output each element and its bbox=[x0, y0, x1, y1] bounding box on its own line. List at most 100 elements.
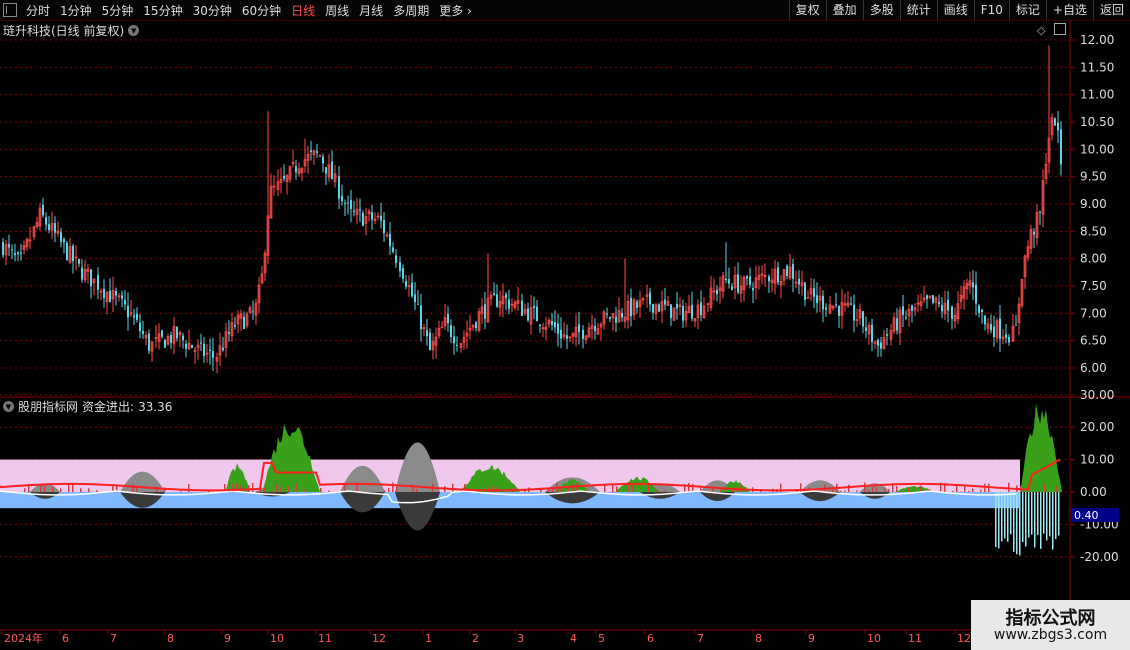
candle-body bbox=[676, 303, 678, 309]
red-bar bbox=[700, 486, 702, 492]
tab-period[interactable]: 60分钟 bbox=[237, 2, 286, 19]
candle-body bbox=[48, 224, 50, 231]
toolbar-button[interactable]: 标记 bbox=[1008, 0, 1046, 20]
candle-body bbox=[1005, 334, 1007, 338]
candle-body bbox=[355, 208, 359, 216]
candle-body bbox=[459, 343, 463, 348]
tab-period[interactable]: 5分钟 bbox=[97, 2, 139, 19]
candle-body bbox=[115, 290, 117, 296]
red-bar bbox=[1044, 484, 1046, 492]
candle-body bbox=[840, 301, 844, 316]
candle-body bbox=[2, 242, 4, 256]
tab-period[interactable]: 日线 bbox=[286, 2, 320, 19]
candle-body bbox=[587, 327, 591, 338]
candle-body bbox=[1047, 137, 1051, 163]
candle-body bbox=[641, 297, 645, 301]
candle-body bbox=[658, 304, 660, 312]
candle-body bbox=[245, 313, 249, 327]
time-tick-label: 12 bbox=[957, 632, 971, 645]
candle-body bbox=[682, 305, 684, 321]
candle-body bbox=[557, 323, 559, 334]
toolbar-button[interactable]: 统计 bbox=[899, 0, 937, 20]
candle-body bbox=[288, 166, 292, 180]
candle-body bbox=[402, 268, 404, 279]
candle-body bbox=[45, 217, 47, 225]
toolbar-button[interactable]: 画线 bbox=[936, 0, 974, 20]
toolbar-button[interactable]: 复权 bbox=[788, 0, 826, 20]
candle-body bbox=[678, 304, 682, 308]
tab-period[interactable]: 15分钟 bbox=[138, 2, 187, 19]
candle-body bbox=[92, 278, 96, 284]
candle-body bbox=[611, 313, 615, 319]
red-bar bbox=[824, 484, 826, 492]
candle-body bbox=[50, 222, 54, 231]
candle-body bbox=[1011, 325, 1015, 342]
candle-body bbox=[20, 252, 22, 254]
kline-chart[interactable]: 12.0011.5011.0010.5010.009.509.008.508.0… bbox=[0, 0, 1130, 650]
candle-body bbox=[272, 185, 276, 188]
candle-body bbox=[782, 269, 786, 281]
red-bar bbox=[540, 487, 542, 492]
candle-body bbox=[508, 299, 510, 309]
grey-mound bbox=[340, 465, 385, 492]
red-bar bbox=[304, 489, 306, 492]
red-bar bbox=[132, 484, 134, 492]
candle-body bbox=[224, 331, 228, 349]
panel-toggle-icon[interactable] bbox=[1054, 23, 1066, 35]
red-bar bbox=[836, 483, 838, 492]
candle-body bbox=[809, 288, 813, 295]
red-bar bbox=[616, 486, 618, 492]
red-bar bbox=[328, 490, 330, 492]
price-tick-label: 12.00 bbox=[1080, 33, 1114, 47]
candle-body bbox=[411, 282, 413, 297]
candle-body bbox=[236, 314, 240, 325]
candle-body bbox=[1039, 211, 1041, 213]
candle-body bbox=[230, 322, 234, 337]
tab-period[interactable]: 更多 › bbox=[434, 2, 477, 19]
toolbar-button[interactable]: +自选 bbox=[1045, 0, 1093, 20]
red-bar bbox=[888, 489, 890, 492]
tab-period[interactable]: 月线 bbox=[354, 2, 388, 19]
red-bar bbox=[416, 488, 418, 492]
red-bar bbox=[832, 489, 834, 492]
red-bar bbox=[232, 483, 234, 492]
dark-mound bbox=[800, 492, 840, 502]
candle-body bbox=[83, 269, 87, 281]
candle-body bbox=[928, 295, 932, 299]
toolbar-button[interactable]: 返回 bbox=[1092, 0, 1130, 20]
toolbar-button[interactable]: 多股 bbox=[862, 0, 900, 20]
toolbar-button[interactable]: 叠加 bbox=[825, 0, 863, 20]
candle-body bbox=[959, 294, 963, 302]
candle-body bbox=[926, 295, 928, 300]
toolbar-button[interactable]: F10 bbox=[973, 0, 1009, 20]
tab-period[interactable]: 分时 bbox=[21, 2, 55, 19]
candle-body bbox=[310, 150, 312, 153]
candle-body bbox=[763, 274, 767, 278]
chevron-down-icon[interactable]: ▼ bbox=[3, 401, 14, 412]
candle-body bbox=[818, 295, 822, 301]
chevron-down-icon[interactable]: ▼ bbox=[128, 25, 140, 36]
diamond-icon[interactable]: ◇ bbox=[1037, 24, 1045, 37]
candle-body bbox=[1054, 118, 1056, 126]
menu-icon[interactable] bbox=[3, 3, 17, 17]
candle-body bbox=[362, 212, 364, 227]
green-area bbox=[262, 423, 320, 492]
tab-period[interactable]: 周线 bbox=[320, 2, 354, 19]
candle-body bbox=[800, 282, 804, 287]
tab-period[interactable]: 30分钟 bbox=[188, 2, 237, 19]
tab-period[interactable]: 多周期 bbox=[388, 2, 434, 19]
candle-body bbox=[60, 232, 62, 242]
candle-body bbox=[968, 280, 972, 286]
candle-body bbox=[1035, 212, 1039, 239]
red-bar bbox=[492, 486, 494, 492]
candle-body bbox=[660, 301, 664, 312]
current-value-label: 0.40 bbox=[1074, 509, 1099, 522]
candle-body bbox=[880, 342, 882, 349]
indicator-value: 33.36 bbox=[138, 399, 173, 414]
candle-body bbox=[932, 295, 934, 303]
candle-body bbox=[855, 319, 859, 321]
candle-body bbox=[263, 252, 267, 274]
candle-body bbox=[353, 210, 355, 212]
tab-period[interactable]: 1分钟 bbox=[55, 2, 97, 19]
candle-body bbox=[907, 308, 911, 317]
